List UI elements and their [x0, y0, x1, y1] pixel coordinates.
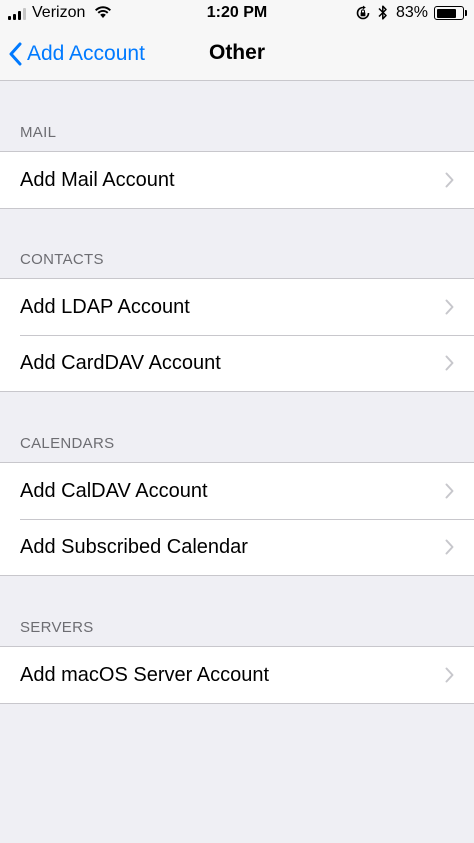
battery-level-fill	[436, 8, 457, 18]
screen: Verizon 1:20 PM 83% Add Account Other MA…	[0, 0, 474, 843]
bluetooth-icon	[378, 4, 388, 26]
section-header-servers: SERVERS	[20, 619, 94, 636]
chevron-left-icon	[9, 42, 22, 66]
group-mail: Add Mail Account	[0, 151, 474, 209]
battery-cap	[465, 10, 467, 16]
list-item-label: Add Subscribed Calendar	[20, 535, 248, 558]
section-header-calendars: CALENDARS	[20, 435, 115, 452]
rotation-lock-icon	[355, 5, 371, 26]
chevron-right-icon	[445, 299, 454, 315]
list-item-add-carddav-account[interactable]: Add CardDAV Account	[0, 335, 474, 391]
back-button[interactable]: Add Account	[8, 37, 145, 71]
battery-icon	[434, 6, 464, 20]
section-header-contacts: CONTACTS	[20, 251, 104, 268]
list-item-label: Add CardDAV Account	[20, 351, 221, 374]
list-item-add-ldap-account[interactable]: Add LDAP Account	[0, 279, 474, 335]
list-item-label: Add LDAP Account	[20, 295, 190, 318]
chevron-right-icon	[445, 539, 454, 555]
navigation-bar: Add Account Other	[0, 28, 474, 81]
battery-percent: 83%	[396, 4, 429, 21]
group-calendars: Add CalDAV Account Add Subscribed Calend…	[0, 462, 474, 576]
chevron-right-icon	[445, 172, 454, 188]
group-contacts: Add LDAP Account Add CardDAV Account	[0, 278, 474, 392]
list-item-label: Add CalDAV Account	[20, 479, 208, 502]
chevron-right-icon	[445, 483, 454, 499]
list-item-add-mail-account[interactable]: Add Mail Account	[0, 152, 474, 208]
list-item-add-subscribed-calendar[interactable]: Add Subscribed Calendar	[0, 519, 474, 575]
chevron-right-icon	[445, 355, 454, 371]
chevron-right-icon	[445, 667, 454, 683]
status-bar: Verizon 1:20 PM 83%	[0, 0, 474, 28]
group-servers: Add macOS Server Account	[0, 646, 474, 704]
list-item-label: Add macOS Server Account	[20, 663, 270, 686]
section-header-mail: MAIL	[20, 124, 57, 141]
list-item-add-caldav-account[interactable]: Add CalDAV Account	[0, 463, 474, 519]
list-item-label: Add Mail Account	[20, 168, 175, 191]
back-button-label: Add Account	[27, 42, 145, 65]
list-item-add-macos-server-account[interactable]: Add macOS Server Account	[0, 647, 474, 703]
